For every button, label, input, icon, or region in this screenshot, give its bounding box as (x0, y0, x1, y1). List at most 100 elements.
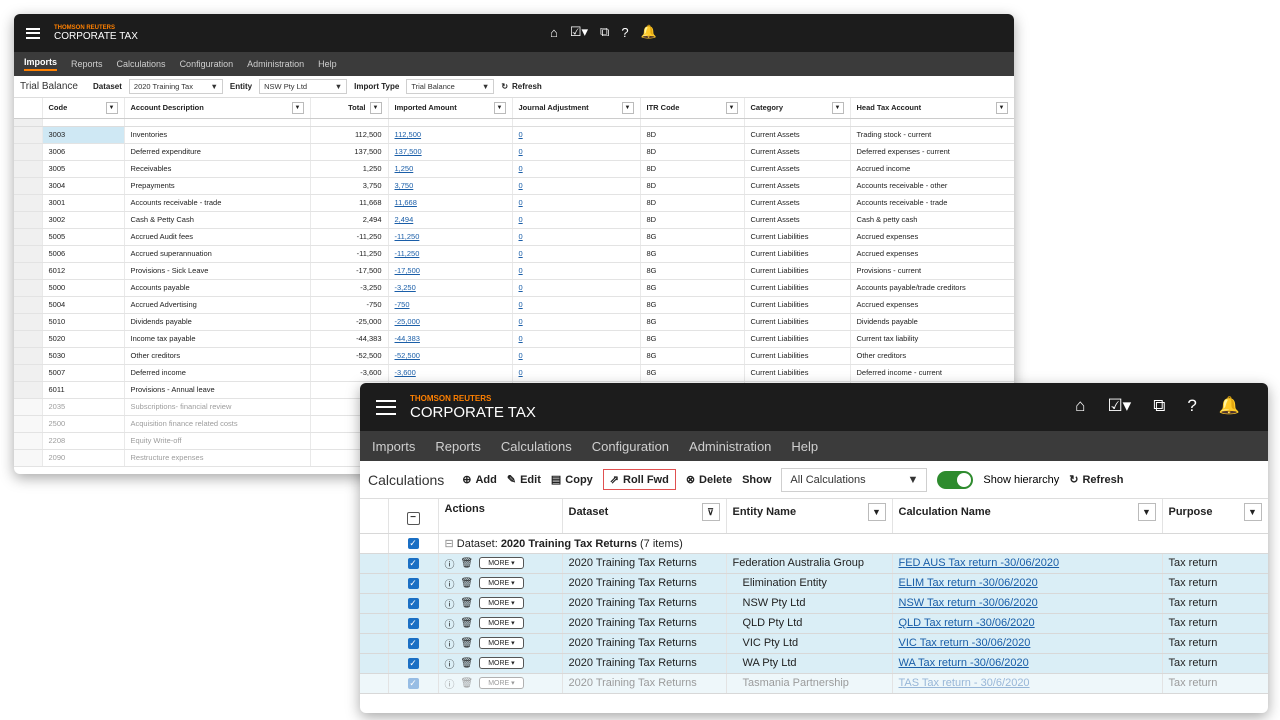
amount-link[interactable]: 0 (519, 198, 523, 207)
more-button[interactable]: MORE ▾ (479, 677, 524, 689)
dataset-select[interactable]: 2020 Training Tax ▼ (128, 79, 223, 94)
col-code[interactable]: Code ▼ (42, 98, 125, 119)
cell-calculation-name[interactable]: TAS Tax return - 30/6/2020 (892, 673, 1163, 694)
collapse-all-icon[interactable]: − (406, 511, 420, 525)
chevron-down-icon[interactable]: ▼ (1137, 503, 1156, 521)
bell-icon[interactable]: 🔔 (641, 24, 657, 40)
amount-link[interactable]: 2,494 (395, 215, 414, 224)
cell-calculation-name[interactable]: FED AUS Tax return -30/06/2020 (892, 553, 1163, 574)
col-head-tax-account[interactable]: Head Tax Account ▼ (850, 98, 1014, 119)
group-checkbox[interactable]: ✓ (407, 538, 419, 549)
amount-link[interactable]: 0 (519, 266, 523, 275)
amount-link[interactable]: 0 (519, 232, 523, 241)
chevron-down-icon[interactable]: ▼ (1243, 503, 1262, 521)
amount-link[interactable]: -3,250 (395, 283, 416, 292)
home-icon[interactable]: ⌂ (1075, 396, 1085, 416)
copy-button[interactable]: ▤ Copy (551, 473, 593, 487)
refresh-button[interactable]: ↻ Refresh (1069, 473, 1123, 487)
cell-journal-adjustment[interactable]: 0 (512, 364, 641, 382)
table-row[interactable]: ✓ ⓘ 🗑 MORE ▾ 2020 Training Tax Returns Elimin… (360, 573, 1268, 594)
table-row[interactable]: 3001 Accounts receivable - trade 11,668 11,… (14, 194, 1014, 212)
col-entity-name[interactable]: Entity Name ▼ (726, 499, 893, 534)
amount-link[interactable]: -3,600 (395, 368, 416, 377)
amount-link[interactable]: 0 (519, 181, 523, 190)
col-category[interactable]: Category ▼ (744, 98, 851, 119)
nav-configuration[interactable]: Configuration (592, 439, 669, 454)
row-checkbox[interactable]: ✓ (407, 658, 419, 669)
cell-journal-adjustment[interactable]: 0 (512, 279, 641, 297)
amount-link[interactable]: 0 (519, 215, 523, 224)
amount-link[interactable]: 0 (519, 164, 523, 173)
cell-journal-adjustment[interactable]: 0 (512, 262, 641, 280)
more-button[interactable]: MORE ▾ (479, 557, 524, 569)
collapse-icon[interactable]: ⊟ (445, 538, 454, 550)
trash-icon[interactable]: 🗑 (461, 558, 474, 569)
amount-link[interactable]: -750 (395, 300, 410, 309)
cell-imported-amount[interactable]: 137,500 (388, 143, 513, 161)
cell-imported-amount[interactable]: 1,250 (388, 160, 513, 178)
cell-imported-amount[interactable]: -25,000 (388, 313, 513, 331)
table-row[interactable]: 5005 Accrued Audit fees -11,250 -11,250 0 8G C… (14, 228, 1014, 246)
more-button[interactable]: MORE ▾ (479, 657, 524, 669)
trash-icon[interactable]: 🗑 (461, 678, 474, 689)
chevron-down-icon[interactable]: ▼ (867, 503, 886, 521)
home-icon[interactable]: ⌂ (550, 25, 558, 40)
bell-icon[interactable]: 🔔 (1219, 396, 1240, 416)
nav-reports[interactable]: Reports (435, 439, 481, 454)
table-row[interactable]: ✓ ⓘ 🗑 MORE ▾ 2020 Training Tax Returns Federa… (360, 553, 1268, 574)
tasks-icon[interactable]: ☑▾ (1107, 396, 1131, 416)
cell-imported-amount[interactable]: 2,494 (388, 211, 513, 229)
select-all-header[interactable]: − (388, 499, 439, 534)
help-icon[interactable]: ? (1187, 396, 1196, 416)
cell-imported-amount[interactable]: -52,500 (388, 347, 513, 365)
cell-journal-adjustment[interactable]: 0 (512, 126, 641, 144)
edit-button[interactable]: ✎ Edit (507, 473, 541, 487)
amount-link[interactable]: 112,500 (395, 130, 422, 139)
table-row[interactable]: 5010 Dividends payable -25,000 -25,000 0 8G Cu… (14, 313, 1014, 331)
amount-link[interactable]: -11,250 (395, 232, 420, 241)
calculation-link[interactable]: ELIM Tax return -30/06/2020 (899, 577, 1038, 589)
amount-link[interactable]: 0 (519, 368, 523, 377)
cell-journal-adjustment[interactable]: 0 (512, 194, 641, 212)
nav-imports[interactable]: Imports (24, 57, 58, 71)
amount-link[interactable]: 0 (519, 147, 523, 156)
cell-imported-amount[interactable]: 3,750 (388, 177, 513, 195)
nav-calculations[interactable]: Calculations (501, 439, 572, 454)
amount-link[interactable]: 0 (519, 334, 523, 343)
menu-icon[interactable] (26, 27, 40, 39)
calculation-link[interactable]: QLD Tax return -30/06/2020 (899, 617, 1035, 629)
cell-select[interactable]: ✓ (388, 593, 439, 614)
chevron-down-icon[interactable]: ▼ (291, 101, 304, 114)
cell-imported-amount[interactable]: -3,250 (388, 279, 513, 297)
cell-journal-adjustment[interactable]: 0 (512, 330, 641, 348)
nav-help[interactable]: Help (318, 59, 337, 69)
filter-icon[interactable]: ⊽ (701, 503, 720, 521)
info-icon[interactable]: ⓘ (445, 676, 455, 691)
cell-select[interactable]: ✓ (388, 653, 439, 674)
row-checkbox[interactable]: ✓ (407, 578, 419, 589)
nav-reports[interactable]: Reports (71, 59, 103, 69)
cell-calculation-name[interactable]: ELIM Tax return -30/06/2020 (892, 573, 1163, 594)
cell-journal-adjustment[interactable]: 0 (512, 177, 641, 195)
table-row[interactable]: ✓ ⓘ 🗑 MORE ▾ 2020 Training Tax Returns VIC Pt… (360, 633, 1268, 654)
table-row[interactable]: 6012 Provisions - Sick Leave -17,500 -17,50… (14, 262, 1014, 280)
table-row[interactable]: 3006 Deferred expenditure 137,500 137,500 0 8… (14, 143, 1014, 161)
cell-calculation-name[interactable]: VIC Tax return -30/06/2020 (892, 633, 1163, 654)
cell-calculation-name[interactable]: WA Tax return -30/06/2020 (892, 653, 1163, 674)
calculation-link[interactable]: FED AUS Tax return -30/06/2020 (899, 557, 1060, 569)
table-row[interactable]: 5020 Income tax payable -44,383 -44,383 0 8G C… (14, 330, 1014, 348)
info-icon[interactable]: ⓘ (445, 636, 455, 651)
col-itr-code[interactable]: ITR Code ▼ (640, 98, 745, 119)
help-icon[interactable]: ? (621, 25, 628, 40)
amount-link[interactable]: 1,250 (395, 164, 414, 173)
col-journal-adjustment[interactable]: Journal Adjustment ▼ (512, 98, 641, 119)
amount-link[interactable]: 0 (519, 130, 523, 139)
trash-icon[interactable]: 🗑 (461, 638, 474, 649)
menu-icon[interactable] (376, 399, 396, 415)
chevron-down-icon[interactable]: ▼ (105, 101, 118, 114)
chevron-down-icon[interactable]: ▼ (493, 101, 506, 114)
import-type-select[interactable]: Trial Balance ▼ (406, 79, 495, 94)
more-button[interactable]: MORE ▾ (479, 597, 524, 609)
delete-button[interactable]: ⊗ Delete (686, 473, 732, 487)
nav-help[interactable]: Help (791, 439, 818, 454)
